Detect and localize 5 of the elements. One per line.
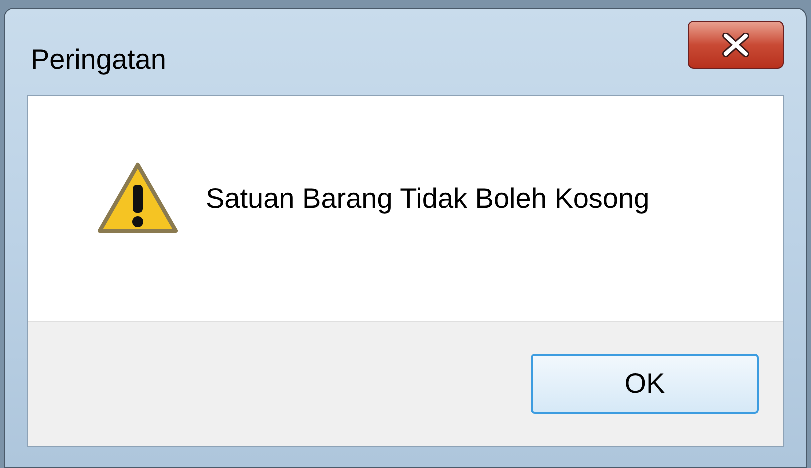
window-title: Peringatan: [31, 43, 166, 77]
ok-button[interactable]: OK: [531, 354, 759, 414]
close-button[interactable]: [688, 21, 784, 69]
close-icon: [722, 33, 750, 57]
message-text: Satuan Barang Tidak Boleh Kosong: [206, 182, 650, 216]
